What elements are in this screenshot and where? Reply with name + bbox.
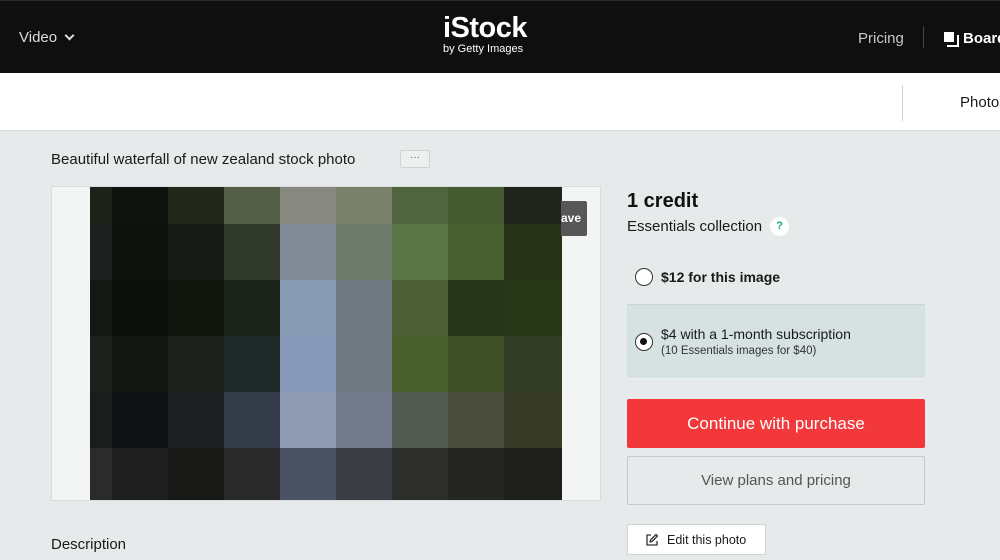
save-label: Save [561,211,582,225]
edit-photo-label: Edit this photo [667,532,747,547]
image-pixel-block [168,187,224,224]
image-pixel-block [90,448,112,500]
image-pixel-block [112,392,168,448]
image-pixel-block [224,280,280,336]
image-pixel-block [168,280,224,336]
radio-subscription[interactable] [635,332,653,351]
image-pixel-block [504,448,562,500]
image-pixel-block [90,224,112,280]
image-pixel-block [504,392,562,448]
image-preview[interactable] [90,187,562,500]
image-pixel-block [168,392,224,448]
image-pixel-block [504,336,562,392]
option-single-label: $12 for this image [661,269,781,285]
boards-icon [944,32,959,47]
image-pixel-block [336,392,392,448]
image-pixel-block [112,187,168,224]
image-pixel-block [280,336,336,392]
description-heading: Description [51,536,127,553]
image-pixel-block [504,224,562,280]
image-pixel-block [280,448,336,500]
image-pixel-block [112,448,168,500]
image-pixel-block [336,224,392,280]
subbar-divider [902,85,903,121]
nav-divider [923,26,924,48]
image-pixel-block [112,280,168,336]
image-pixel-block [448,224,504,280]
image-pixel-block [90,187,112,224]
image-pixel-block [168,336,224,392]
nav-video-menu[interactable]: Video [19,29,75,46]
logo-wordmark: iStock [443,12,528,44]
image-pixel-block [448,280,504,336]
image-pixel-block [448,392,504,448]
edit-photo-button[interactable]: Edit this photo [627,524,766,555]
credit-price: 1 credit [627,190,699,212]
image-pixel-block [336,280,392,336]
chevron-down-icon [64,30,75,41]
save-to-board-button[interactable]: Save [561,201,587,236]
media-type-selector[interactable]: Photos [960,94,1000,111]
nav-boards-link[interactable]: Boards [944,30,1000,47]
image-pixel-block [112,336,168,392]
image-pixel-block [224,448,280,500]
image-pixel-block [336,336,392,392]
image-pixel-block [392,392,448,448]
image-pixel-block [392,448,448,500]
image-pixel-block [392,224,448,280]
image-pixel-block [280,392,336,448]
image-pixel-block [168,224,224,280]
image-pixel-block [336,187,392,224]
collection-name: Essentials collection [627,218,763,235]
image-pixel-block [224,392,280,448]
image-pixel-block [280,224,336,280]
image-pixel-block [504,280,562,336]
image-pixel-block [224,336,280,392]
image-pixel-block [112,224,168,280]
image-pixel-block [392,187,448,224]
istock-logo[interactable]: iStock by Getty Images [443,12,528,56]
image-pixel-block [336,448,392,500]
image-pixel-block [448,336,504,392]
image-pixel-block [504,187,562,224]
radio-single-image[interactable] [635,268,653,286]
option-subscription-detail: (10 Essentials images for $40) [661,345,817,357]
top-navigation-bar: Video iStock by Getty Images Pricing Boa… [0,0,1000,73]
price-option-single[interactable]: $12 for this image [627,256,925,298]
view-plans-button[interactable]: View plans and pricing [627,456,925,505]
price-option-subscription[interactable]: $4 with a 1-month subscription (10 Essen… [627,304,925,379]
image-pixel-block [448,187,504,224]
nav-boards-label: Boards [963,30,1000,47]
edit-pencil-icon [646,533,659,546]
image-pixel-block [90,392,112,448]
logo-tagline: by Getty Images [443,43,524,55]
nav-video-label: Video [19,29,58,46]
search-subbar: Photos [0,73,1000,131]
image-pixel-block [224,187,280,224]
image-pixel-block [392,280,448,336]
image-pixel-block [90,280,112,336]
asset-title: Beautiful waterfall of new zealand stock… [51,151,356,168]
nav-pricing-link[interactable]: Pricing [858,30,904,47]
option-subscription-label: $4 with a 1-month subscription [661,326,851,342]
collection-label: Essentials collection ? [627,217,790,236]
help-icon[interactable]: ? [770,217,790,236]
image-pixel-block [392,336,448,392]
image-pixel-block [224,224,280,280]
more-options-button[interactable]: ··· [400,150,430,168]
image-pixel-block [280,187,336,224]
continue-purchase-button[interactable]: Continue with purchase [627,399,925,448]
image-pixel-block [168,448,224,500]
image-pixel-block [448,448,504,500]
image-pixel-block [90,336,112,392]
image-pixel-block [280,280,336,336]
